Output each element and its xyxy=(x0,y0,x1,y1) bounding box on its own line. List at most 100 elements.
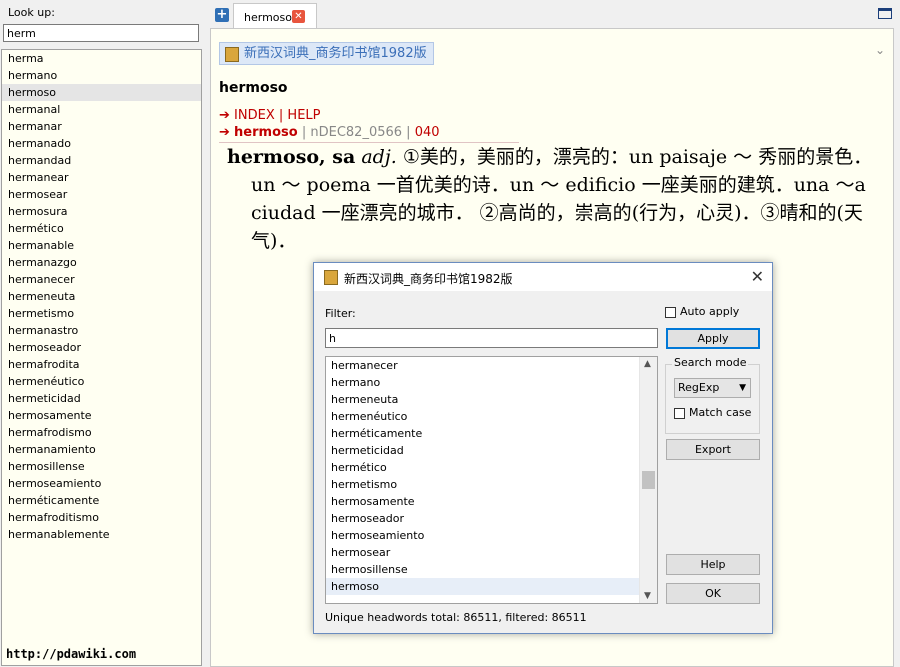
word-list-item[interactable]: hermanar xyxy=(2,118,201,135)
tab-hermoso[interactable]: hermoso ✕ xyxy=(233,3,317,29)
scroll-down-icon[interactable]: ▼ xyxy=(644,591,651,601)
help-button[interactable]: Help xyxy=(666,554,760,575)
word-list-item[interactable]: hermandad xyxy=(2,152,201,169)
apply-button[interactable]: Apply xyxy=(666,328,760,349)
word-list-item[interactable]: hermafrodita xyxy=(2,356,201,373)
word-list-item[interactable]: hermeticidad xyxy=(2,390,201,407)
word-list-item[interactable]: hermosillense xyxy=(2,458,201,475)
result-list-item[interactable]: hermosamente xyxy=(326,493,639,510)
word-list-item[interactable]: hermanado xyxy=(2,135,201,152)
help-link[interactable]: HELP xyxy=(287,108,320,123)
match-case-checkbox[interactable]: Match case xyxy=(674,406,751,419)
lookup-pane: Look up: hermahermanohermosohermanalherm… xyxy=(0,0,206,667)
dictionary-badge[interactable]: 新西汉词典_商务印书馆1982版 xyxy=(219,42,434,65)
export-button[interactable]: Export xyxy=(666,439,760,460)
word-list-item[interactable]: hermanablemente xyxy=(2,526,201,543)
word-list-item[interactable]: hermeneuta xyxy=(2,288,201,305)
search-mode-value: RegExp xyxy=(678,381,720,394)
word-list-item[interactable]: hermanal xyxy=(2,101,201,118)
article-headword: hermoso xyxy=(219,80,288,96)
ref-separator: | xyxy=(301,125,307,140)
checkbox-icon[interactable] xyxy=(665,306,676,318)
arrow-icon: ➔ xyxy=(219,108,230,123)
result-list-item[interactable]: hermosillense xyxy=(326,561,639,578)
entry-text: hermoso, sa adj. ①美的，美丽的，漂亮的：un paisaje … xyxy=(227,143,873,255)
scroll-thumb[interactable] xyxy=(642,471,655,489)
index-link[interactable]: INDEX xyxy=(234,108,275,123)
tab-label: hermoso xyxy=(244,11,292,24)
window-icon[interactable] xyxy=(878,8,892,19)
dialog-titlebar: 新西汉词典_商务印书馆1982版 ✕ xyxy=(314,263,772,291)
filter-input[interactable] xyxy=(325,328,658,348)
word-list-item[interactable]: hermoseamiento xyxy=(2,475,201,492)
word-list-item[interactable]: hermano xyxy=(2,67,201,84)
results-items: hermanecer hermano hermeneuta hermenéutico h… xyxy=(326,357,657,595)
word-list-item[interactable]: hermanable xyxy=(2,237,201,254)
scroll-up-icon[interactable]: ▲ xyxy=(644,359,651,369)
search-mode-select[interactable]: RegExp ▼ xyxy=(674,378,751,398)
word-list-item[interactable]: hermosear xyxy=(2,186,201,203)
ref-separator: | xyxy=(406,125,411,140)
chevron-down-icon: ▼ xyxy=(739,383,746,393)
match-case-label: Match case xyxy=(689,406,752,419)
dictionary-icon xyxy=(225,47,239,62)
ref-headword-link[interactable]: hermoso xyxy=(234,125,298,140)
dictionary-icon xyxy=(324,270,338,285)
auto-apply-label: Auto apply xyxy=(680,305,740,318)
ok-button[interactable]: OK xyxy=(666,583,760,604)
word-list-item[interactable]: hermosura xyxy=(2,203,201,220)
results-list: hermanecer hermano hermeneuta hermenéutico h… xyxy=(325,356,658,604)
result-list-item[interactable]: hermético xyxy=(326,459,639,476)
word-list-item[interactable]: hermafroditismo xyxy=(2,509,201,526)
word-list-item[interactable]: hermanecer xyxy=(2,271,201,288)
word-list-item[interactable]: hermoseador xyxy=(2,339,201,356)
result-list-item[interactable]: hermeticidad xyxy=(326,442,639,459)
word-list-item[interactable]: herma xyxy=(2,50,201,67)
result-list-item[interactable]: hermanecer xyxy=(326,357,639,374)
headwords-dialog: 新西汉词典_商务印书馆1982版 ✕ Filter: hermanecerher… xyxy=(313,262,773,634)
result-list-item[interactable]: hermeneuta xyxy=(326,391,639,408)
dialog-title: 新西汉词典_商务印书馆1982版 xyxy=(344,272,513,286)
entry-headword: hermoso, sa xyxy=(227,146,356,168)
scrollbar[interactable]: ▲ ▼ xyxy=(639,357,657,603)
close-tab-icon[interactable]: ✕ xyxy=(292,10,305,23)
word-list-item[interactable]: hermanear xyxy=(2,169,201,186)
search-mode-group xyxy=(665,364,760,434)
result-list-item[interactable]: hermoso xyxy=(326,578,639,595)
result-list-item[interactable]: herméticamente xyxy=(326,425,639,442)
nav-line: ➔ INDEX | HELP xyxy=(219,108,321,123)
word-list-item[interactable]: hermanazgo xyxy=(2,254,201,271)
result-list-item[interactable]: hermenéutico xyxy=(326,408,639,425)
arrow-icon: ➔ xyxy=(219,125,230,140)
ref-code: nDEC82_0566 xyxy=(310,125,403,140)
ref-line: ➔ hermoso | nDEC82_0566 | 040 xyxy=(219,125,440,140)
close-icon[interactable]: ✕ xyxy=(751,267,764,286)
checkbox-icon[interactable] xyxy=(674,407,685,419)
auto-apply-checkbox[interactable]: Auto apply xyxy=(665,305,739,318)
word-list-item[interactable]: hermoso xyxy=(2,84,201,101)
word-list-item[interactable]: hermanamiento xyxy=(2,441,201,458)
word-list: herma hermano hermoso hermanal hermanar herma… xyxy=(1,49,202,666)
word-list-item[interactable]: hermanastro xyxy=(2,322,201,339)
tab-bar: + hermoso ✕ xyxy=(210,0,900,29)
result-list-item[interactable]: hermoseador xyxy=(326,510,639,527)
result-list-item[interactable]: hermano xyxy=(326,374,639,391)
word-list-item[interactable]: hermosamente xyxy=(2,407,201,424)
word-list-item[interactable]: hermético xyxy=(2,220,201,237)
lookup-label: Look up: xyxy=(8,6,55,19)
word-list-item[interactable]: hermenéutico xyxy=(2,373,201,390)
status-text: Unique headwords total: 86511, filtered:… xyxy=(325,611,587,624)
result-list-item[interactable]: hermosear xyxy=(326,544,639,561)
result-list-item[interactable]: hermetismo xyxy=(326,476,639,493)
add-tab-icon[interactable]: + xyxy=(215,8,229,22)
result-list-item[interactable]: hermoseamiento xyxy=(326,527,639,544)
word-list-item[interactable]: hermetismo xyxy=(2,305,201,322)
ref-page-link[interactable]: 040 xyxy=(415,125,440,140)
lookup-input[interactable] xyxy=(3,24,199,42)
word-list-item[interactable]: hermafrodismo xyxy=(2,424,201,441)
word-list-item[interactable]: herméticamente xyxy=(2,492,201,509)
collapse-icon[interactable]: ⌄ xyxy=(875,43,885,57)
footer-url: http://pdawiki.com xyxy=(6,647,137,661)
entry-pos: adj. xyxy=(361,146,397,168)
dictionary-name: 新西汉词典_商务印书馆1982版 xyxy=(244,46,427,61)
